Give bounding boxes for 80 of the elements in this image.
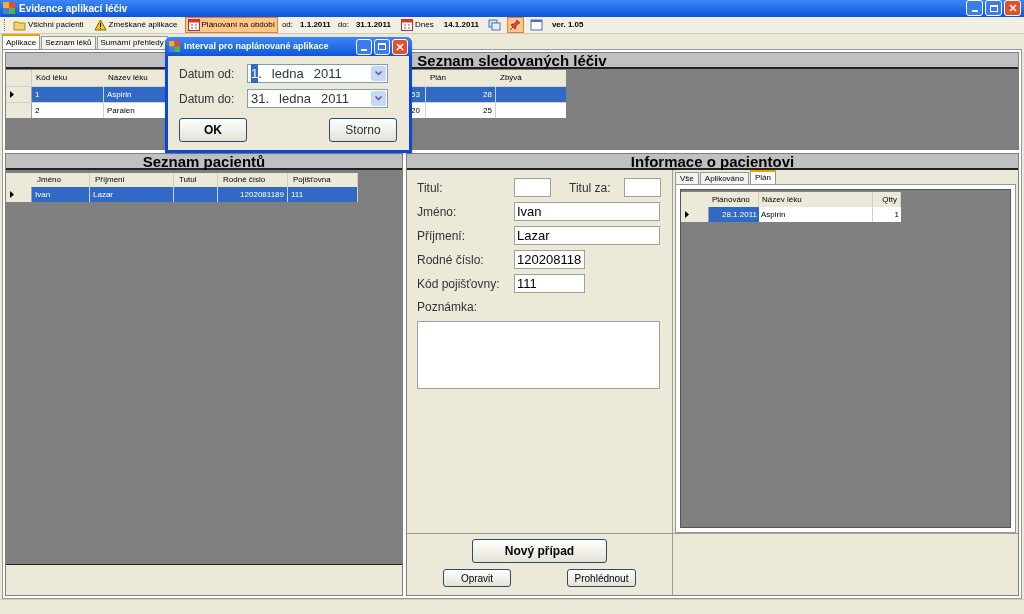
windows-icon <box>487 18 501 31</box>
table-cell-text: Paralen <box>106 105 136 118</box>
input-field[interactable]: Lazar <box>514 226 660 246</box>
row-header[interactable] <box>6 187 32 203</box>
section-header: Seznam pacientů <box>6 154 402 171</box>
edit-button[interactable]: Opravit <box>443 569 511 588</box>
field-label: Kód pojišťovny: <box>417 275 501 293</box>
input-field[interactable] <box>624 178 661 198</box>
toolbar-label: od: <box>281 18 294 31</box>
minimize-button[interactable] <box>966 0 983 17</box>
note-field[interactable] <box>417 321 660 390</box>
column-header: Kód léku <box>35 72 69 85</box>
close-icon <box>396 42 404 51</box>
row-header[interactable] <box>6 87 32 103</box>
field-label: Poznámka: <box>417 299 479 317</box>
tab[interactable]: Aplikace <box>2 34 41 50</box>
table-cell: 111 <box>288 187 358 203</box>
new-case-button[interactable]: Nový případ <box>472 539 607 564</box>
toolbar-icon-button[interactable] <box>485 16 503 33</box>
date-picker[interactable]: 31. ledna 2011 <box>247 89 388 108</box>
table-cell: Aspirin <box>759 207 873 223</box>
ok-button[interactable]: OK <box>179 118 247 142</box>
tab[interactable]: Aplikováno <box>699 172 749 185</box>
table-cell: 28.1.2011 <box>709 207 759 223</box>
table-cell-text: Aspirin <box>106 89 133 102</box>
toolbar-button[interactable]: Dnes <box>398 16 437 33</box>
tab[interactable]: Seznam léků <box>41 36 96 50</box>
field-label: Titul za: <box>569 179 612 197</box>
view-button[interactable]: Prohlédnout <box>567 569 636 588</box>
table-cell: 2 <box>32 103 104 119</box>
row-pointer-icon <box>685 211 689 219</box>
table-cell: 25 <box>426 103 496 119</box>
app-icon <box>3 2 15 15</box>
pin-icon <box>509 18 522 31</box>
input-field[interactable] <box>514 178 551 198</box>
field-label: Příjmení: <box>417 227 466 245</box>
field-label: Jméno: <box>417 203 458 221</box>
row-header[interactable] <box>681 207 709 223</box>
input-field[interactable]: 120208118 <box>514 250 585 270</box>
toolbar-value: ver. 1.05 <box>551 18 584 31</box>
table-cell: 1202081189 <box>218 187 288 203</box>
input-field[interactable]: 111 <box>514 274 585 294</box>
window-title: Evidence aplikací léčiv <box>19 1 129 16</box>
field-label: Datum do: <box>179 90 236 108</box>
input-field[interactable]: Ivan <box>514 202 660 222</box>
minimize-button[interactable] <box>356 38 372 55</box>
toolbar-value: 14.1.2011 <box>443 18 479 31</box>
window-icon <box>529 18 543 31</box>
maximize-button[interactable] <box>985 0 1002 17</box>
section-header: Informace o pacientovi <box>407 154 1018 171</box>
close-icon <box>1008 4 1017 13</box>
toolbar-icon-button[interactable] <box>527 16 545 33</box>
tab[interactable]: Plán <box>749 170 776 185</box>
toolbar-label: do: <box>337 18 349 31</box>
close-button[interactable] <box>1004 0 1021 17</box>
close-button[interactable] <box>392 38 408 55</box>
cancel-button[interactable]: Storno <box>329 118 397 142</box>
toolbar-button[interactable]: Všichni pacienti <box>10 16 87 33</box>
table-cell-text: 1 <box>893 209 900 222</box>
table-cell: Ivan <box>32 187 90 203</box>
field-label: Titul: <box>417 179 444 197</box>
maximize-button[interactable] <box>374 38 390 55</box>
table-cell: Lazar <box>90 187 174 203</box>
column-header: Plán <box>429 72 447 85</box>
column-header: Název léku <box>107 72 149 85</box>
toolbar-button[interactable]: Zmeškané aplikace <box>90 16 181 33</box>
app-icon <box>169 41 180 52</box>
tab[interactable]: Sumární přehledy <box>96 36 168 50</box>
calendar-icon <box>187 18 200 31</box>
warning-icon <box>93 18 107 31</box>
row-pointer-icon <box>10 191 14 199</box>
toolbar-value: 1.1.2011 <box>300 18 331 31</box>
tab[interactable]: Vše <box>675 172 699 185</box>
dialog-title: Interval pro naplánované aplikace <box>184 39 330 53</box>
row-pointer-icon <box>10 91 14 99</box>
toolbar-value: 31.1.2011 <box>355 18 392 31</box>
column-header: Zbývá <box>499 72 523 85</box>
calendar-icon <box>401 18 414 31</box>
field-label: Rodné číslo: <box>417 251 485 269</box>
date-picker[interactable]: 1. ledna 2011 <box>247 64 388 83</box>
